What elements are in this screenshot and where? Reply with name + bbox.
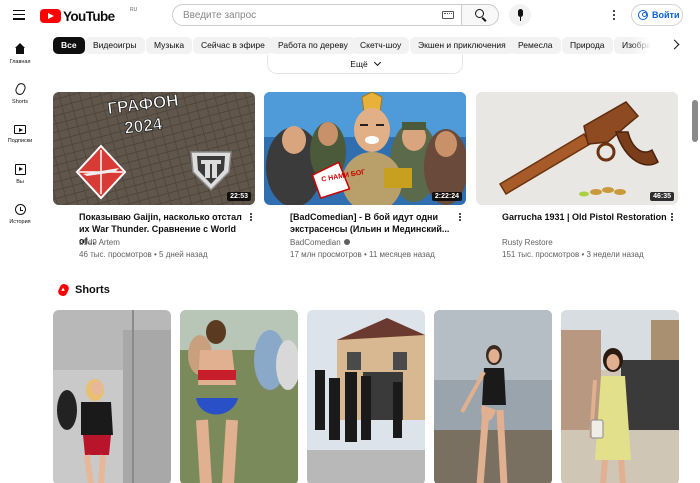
video-duration: 2:22:24	[431, 192, 462, 201]
video-thumbnail[interactable]: 46:35	[476, 92, 678, 205]
thumbnail-image: С НАМИ БОГ	[264, 92, 466, 205]
video-menu-icon[interactable]	[458, 212, 462, 222]
top-bar: YouTube RU Введите запрос Войти	[0, 0, 700, 31]
short-thumbnail	[180, 310, 298, 483]
channel-name[interactable]: d9d9 Artem	[79, 238, 120, 247]
search-button[interactable]	[461, 4, 499, 26]
short-thumbnail	[434, 310, 552, 483]
chip-crafts[interactable]: Ремесла	[510, 37, 561, 54]
shorts-header: Shorts	[56, 282, 110, 298]
thumbnail-image: ГРАФОН 2024	[53, 92, 255, 205]
video-meta: 151 тыс. просмотров • 3 недели назад	[502, 250, 644, 259]
sidebar-item-history[interactable]: История	[0, 204, 40, 225]
page-scrollbar[interactable]	[692, 100, 698, 142]
chevron-right-icon[interactable]	[669, 39, 680, 50]
filter-chips: Все Видеоигры Музыка Сейчас в эфире Рабо…	[53, 37, 653, 54]
chip-action[interactable]: Экшен и приключения	[410, 37, 514, 54]
channel-name[interactable]: BadComedian	[290, 238, 350, 247]
video-duration: 22:53	[227, 192, 251, 201]
video-duration: 46:35	[650, 192, 674, 201]
video-thumbnail[interactable]: С НАМИ БОГ 2:22:24	[264, 92, 466, 205]
youtube-play-icon	[40, 9, 61, 23]
chevron-down-icon	[373, 58, 381, 67]
account-icon	[638, 10, 648, 20]
chip-sketch[interactable]: Скетч-шоу	[352, 37, 410, 54]
thumbnail-image	[476, 92, 678, 205]
channel-name[interactable]: Rusty Restore	[502, 238, 553, 247]
signin-button[interactable]: Войти	[631, 4, 683, 26]
youtube-logo[interactable]: YouTube RU	[40, 7, 137, 24]
short-card[interactable]	[561, 310, 679, 483]
video-menu-icon[interactable]	[249, 212, 253, 222]
video-card[interactable]: 46:35 Garrucha 1931 | Old Pistol Restora…	[476, 92, 678, 259]
video-title[interactable]: [BadComedian] - В бой идут одни экстрасе…	[290, 211, 455, 235]
chips-fade	[630, 37, 660, 54]
search-icon	[475, 9, 484, 18]
sidebar-item-home[interactable]: Главная	[0, 43, 40, 65]
video-card[interactable]: С НАМИ БОГ 2:22:24 [BadComedian] - В бой…	[264, 92, 466, 259]
verified-icon	[343, 239, 350, 245]
short-thumbnail	[561, 310, 679, 483]
short-thumbnail	[307, 310, 425, 483]
subscriptions-icon	[14, 125, 26, 134]
search-input[interactable]: Введите запрос	[172, 4, 461, 26]
keyboard-icon[interactable]	[442, 11, 454, 19]
chip-music[interactable]: Музыка	[146, 37, 193, 54]
voice-search-icon[interactable]	[509, 4, 531, 26]
sidebar-item-shorts[interactable]: Shorts	[0, 81, 40, 105]
video-title[interactable]: Garrucha 1931 | Old Pistol Restoration	[502, 211, 667, 223]
chip-nature[interactable]: Природа	[562, 37, 613, 54]
home-icon	[14, 43, 26, 55]
video-meta: 46 тыс. просмотров • 5 дней назад	[79, 250, 208, 259]
chip-all[interactable]: Все	[53, 37, 85, 54]
short-thumbnail	[53, 310, 171, 483]
chip-woodworking[interactable]: Работа по дереву	[270, 37, 356, 54]
short-card[interactable]	[53, 310, 171, 483]
video-meta: 17 млн просмотров • 11 месяцев назад	[290, 250, 435, 259]
chip-videogames[interactable]: Видеоигры	[85, 37, 145, 54]
history-icon	[14, 204, 26, 215]
search-bar: Введите запрос	[172, 4, 499, 26]
short-card[interactable]	[307, 310, 425, 483]
video-menu-icon[interactable]	[670, 212, 674, 222]
shorts-icon	[56, 282, 71, 298]
settings-menu-icon[interactable]	[611, 8, 617, 22]
sidebar-item-subscriptions[interactable]: Подписки	[0, 123, 40, 144]
more-button[interactable]: Ещё	[267, 55, 463, 74]
video-thumbnail[interactable]: ГРАФОН 2024 22:53	[53, 92, 255, 205]
shorts-icon	[13, 81, 27, 97]
you-icon	[14, 164, 26, 175]
chip-live[interactable]: Сейчас в эфире	[193, 37, 273, 54]
short-card[interactable]	[180, 310, 298, 483]
sidebar-item-you[interactable]: Вы	[0, 164, 40, 185]
menu-icon[interactable]	[11, 7, 27, 23]
video-card[interactable]: ГРАФОН 2024 22:53 Показываю Gaijin, наск…	[53, 92, 255, 259]
short-card[interactable]	[434, 310, 552, 483]
